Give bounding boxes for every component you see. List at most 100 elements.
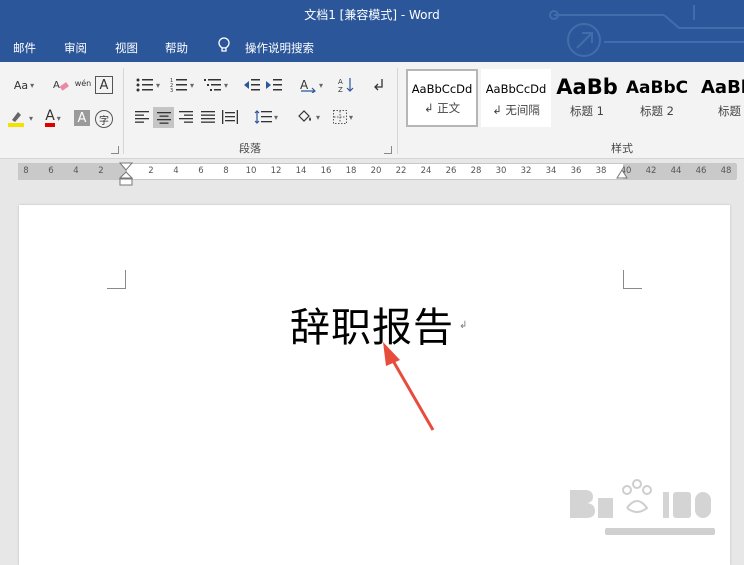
- svg-text:Z: Z: [338, 86, 343, 93]
- svg-text:3: 3: [170, 88, 173, 92]
- distributed-icon: [222, 110, 238, 124]
- lightbulb-icon: [218, 37, 230, 52]
- ruler-tick-label: 42: [645, 166, 657, 176]
- change-case-button[interactable]: Aa ▾: [8, 76, 40, 94]
- styles-group-label: 样式: [611, 142, 633, 155]
- align-right-icon: [179, 111, 193, 123]
- chevron-down-icon: ▾: [155, 80, 160, 90]
- character-shading-button[interactable]: A: [74, 110, 90, 126]
- tab-view[interactable]: 视图: [115, 40, 138, 56]
- align-left-button[interactable]: [133, 108, 151, 126]
- style-no-spacing[interactable]: AaBbCcDd ↲ 无间隔: [481, 69, 551, 127]
- character-border-button[interactable]: A: [95, 76, 113, 94]
- horizontal-ruler[interactable]: 8 6 4 2 2 4 6 8 10 12 14 16 18 20 22 24 26 28 30 32 34 36 38 40…: [18, 162, 737, 186]
- svg-text:A: A: [53, 80, 60, 91]
- ruler-tick-label: 28: [470, 166, 482, 176]
- bullets-button[interactable]: ▾: [133, 76, 163, 94]
- ruler-tick-label: 6: [48, 166, 54, 176]
- chevron-down-icon: ▾: [273, 112, 278, 122]
- chinese-layout-icon: A: [300, 78, 316, 93]
- style-heading-2[interactable]: AaBbC 标题 2: [623, 69, 691, 127]
- style-heading-1[interactable]: AaBb 标题 1: [553, 69, 621, 127]
- phonetic-guide-button[interactable]: wén: [74, 74, 92, 94]
- clear-formatting-button[interactable]: A: [52, 76, 70, 94]
- enclose-characters-button[interactable]: 字: [95, 110, 113, 128]
- numbered-list-icon: 123: [170, 78, 187, 92]
- ruler-tick-label: 14: [295, 166, 307, 176]
- tab-help[interactable]: 帮助: [165, 40, 188, 56]
- ruler-tick-label: 30: [495, 166, 507, 176]
- ruler-tick-label: 4: [73, 166, 79, 176]
- borders-button[interactable]: ▾: [328, 108, 358, 126]
- align-right-button[interactable]: [177, 108, 195, 126]
- ruler-tick-label: 6: [198, 166, 204, 176]
- multilevel-list-icon: [203, 79, 221, 91]
- style-normal[interactable]: AaBbCcDd ↲ 正文: [406, 69, 478, 127]
- chevron-down-icon: ▾: [189, 80, 194, 90]
- multilevel-list-button[interactable]: ▾: [201, 76, 231, 94]
- indent-icon: [266, 79, 282, 91]
- window-title: 文档1 [兼容模式] - Word: [304, 8, 440, 22]
- font-color-button[interactable]: A ▾: [38, 108, 68, 128]
- sort-az-icon: AZ: [338, 78, 354, 93]
- tab-review[interactable]: 审阅: [64, 40, 87, 56]
- chevron-down-icon: ▾: [315, 112, 320, 122]
- margin-corner-top-left: [107, 270, 126, 289]
- paint-bucket-icon: [298, 110, 311, 122]
- outdent-icon: [244, 79, 260, 91]
- chevron-down-icon: ▾: [56, 113, 61, 123]
- ruler-tick-label: 4: [173, 166, 179, 176]
- tab-mailings[interactable]: 邮件: [13, 40, 36, 56]
- justify-icon: [201, 111, 215, 123]
- ruler-tick-label: 10: [245, 166, 257, 176]
- justify-button[interactable]: [199, 108, 217, 126]
- eraser-icon: A: [53, 80, 69, 91]
- chevron-down-icon: ▾: [223, 80, 228, 90]
- ruler-tick-label: 22: [395, 166, 407, 176]
- chevron-down-icon: ▾: [30, 80, 35, 90]
- paragraph-dialog-launcher-icon[interactable]: [384, 146, 392, 154]
- increase-indent-button[interactable]: [265, 76, 283, 94]
- numbering-button[interactable]: 123 ▾: [167, 76, 197, 94]
- chinese-layout-button[interactable]: A ▾: [296, 76, 326, 94]
- chevron-down-icon: ▾: [348, 112, 353, 122]
- ruler-tick-label: 8: [23, 166, 29, 176]
- distributed-button[interactable]: [221, 108, 239, 126]
- font-dialog-launcher-icon[interactable]: [111, 146, 119, 154]
- show-marks-button[interactable]: [370, 76, 388, 94]
- align-left-icon: [135, 111, 149, 123]
- ruler-tick-label: 32: [520, 166, 532, 176]
- line-spacing-button[interactable]: ▾: [251, 108, 281, 126]
- ruler-tick-label: 12: [270, 166, 282, 176]
- ruler-tick-label: 46: [695, 166, 707, 176]
- chevron-down-icon: ▾: [318, 80, 323, 90]
- decrease-indent-button[interactable]: [243, 76, 261, 94]
- paragraph-mark: ↲: [459, 320, 468, 331]
- ruler-tick-label: 20: [370, 166, 382, 176]
- right-indent-marker-icon[interactable]: [616, 169, 628, 179]
- align-center-button[interactable]: [153, 107, 174, 128]
- sort-button[interactable]: AZ: [337, 76, 355, 94]
- line-spacing-icon: [254, 110, 272, 124]
- ruler-tick-label: 26: [445, 166, 457, 176]
- ruler-tick-label: 2: [148, 166, 154, 176]
- shading-button[interactable]: ▾: [293, 108, 323, 126]
- ruler-tick-label: 16: [320, 166, 332, 176]
- border-icon: [332, 110, 347, 124]
- baidu-jingyan-watermark: [570, 479, 715, 535]
- text-highlight-button[interactable]: ▾: [5, 108, 35, 128]
- ribbon: Aa ▾ A wén A ▾ A ▾ A 字 ▾ 123 ▾ ▾ A ▾ A Z…: [0, 62, 744, 159]
- document-heading[interactable]: 辞职报告: [290, 295, 454, 353]
- ruler-tick-label: 18: [345, 166, 357, 176]
- ruler-tick-label: 36: [570, 166, 582, 176]
- indent-marker-icon[interactable]: [119, 162, 133, 188]
- paragraph-group-label: 段落: [239, 142, 261, 155]
- group-separator: [123, 68, 124, 154]
- ruler-tick-label: 34: [545, 166, 557, 176]
- group-separator: [397, 68, 398, 154]
- style-title[interactable]: AaBb 标题: [693, 69, 744, 127]
- bullet-list-icon: [136, 78, 153, 92]
- title-bar: 文档1 [兼容模式] - Word 邮件 审阅 视图 帮助 操作说明搜索: [0, 0, 744, 62]
- tell-me-search[interactable]: 操作说明搜索: [245, 40, 314, 56]
- margin-corner-top-right: [623, 270, 642, 289]
